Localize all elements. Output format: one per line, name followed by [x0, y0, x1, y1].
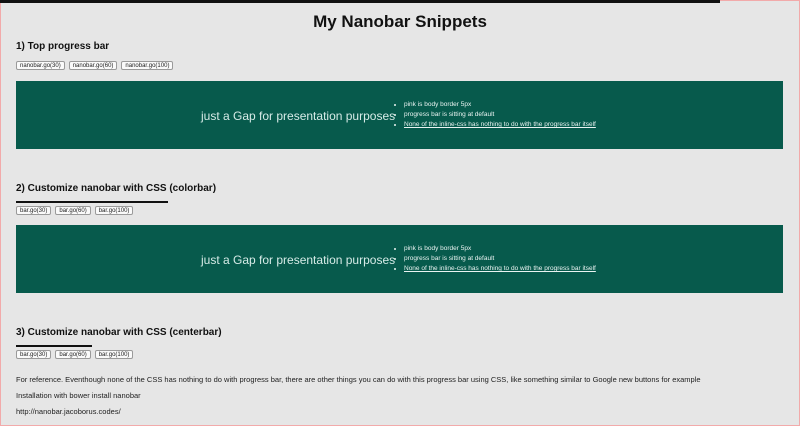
gap-text: just a Gap for presentation purposes	[201, 109, 396, 123]
bar-go-60-button[interactable]: bar.go(60)	[55, 350, 91, 359]
section-2-buttons: bar.go(30) bar.go(60) bar.go(100)	[16, 206, 134, 215]
nanobar-url: http://nanobar.jacoborus.codes/	[16, 407, 121, 416]
note-item-link: None of the inline-css has nothing to do…	[404, 120, 596, 130]
section-2-heading: 2) Customize nanobar with CSS (colorbar)	[16, 183, 217, 194]
gap-text: just a Gap for presentation purposes	[201, 253, 396, 267]
notes-list: pink is body border 5px progress bar is …	[394, 244, 596, 274]
section-1-buttons: nanobar.go(30) nanobar.go(60) nanobar.go…	[16, 61, 174, 70]
centerbar-progress	[16, 345, 92, 347]
note-link[interactable]: None of the inline-css has nothing to do…	[404, 265, 596, 272]
bar-go-100-button[interactable]: bar.go(100)	[94, 350, 134, 359]
bar-go-100-button[interactable]: bar.go(100)	[94, 206, 134, 215]
colorbar-progress	[16, 201, 168, 203]
note-item: progress bar is sitting at default	[404, 110, 596, 120]
nanobar-go-30-button[interactable]: nanobar.go(30)	[16, 61, 65, 70]
presentation-gap-panel: just a Gap for presentation purposes pin…	[16, 81, 783, 149]
note-item-link: None of the inline-css has nothing to do…	[404, 264, 596, 274]
note-item: pink is body border 5px	[404, 244, 596, 254]
bar-go-30-button[interactable]: bar.go(30)	[16, 206, 52, 215]
bar-go-30-button[interactable]: bar.go(30)	[16, 350, 52, 359]
note-item: progress bar is sitting at default	[404, 254, 596, 264]
note-link[interactable]: None of the inline-css has nothing to do…	[404, 121, 596, 128]
notes-list: pink is body border 5px progress bar is …	[394, 100, 596, 130]
section-3-buttons: bar.go(30) bar.go(60) bar.go(100)	[16, 350, 134, 359]
page-title: My Nanobar Snippets	[313, 12, 487, 31]
install-text: Installation with bower install nanobar	[16, 391, 141, 400]
presentation-gap-panel: just a Gap for presentation purposes pin…	[16, 225, 783, 293]
nanobar-go-60-button[interactable]: nanobar.go(60)	[68, 61, 118, 70]
nanobar-go-100-button[interactable]: nanobar.go(100)	[121, 61, 174, 70]
reference-text: For reference. Eventhough none of the CS…	[16, 375, 701, 384]
section-1-heading: 1) Top progress bar	[16, 41, 110, 52]
note-item: pink is body border 5px	[404, 100, 596, 110]
bar-go-60-button[interactable]: bar.go(60)	[55, 206, 91, 215]
section-3-heading: 3) Customize nanobar with CSS (centerbar…	[16, 327, 222, 338]
top-nanobar	[0, 0, 720, 3]
